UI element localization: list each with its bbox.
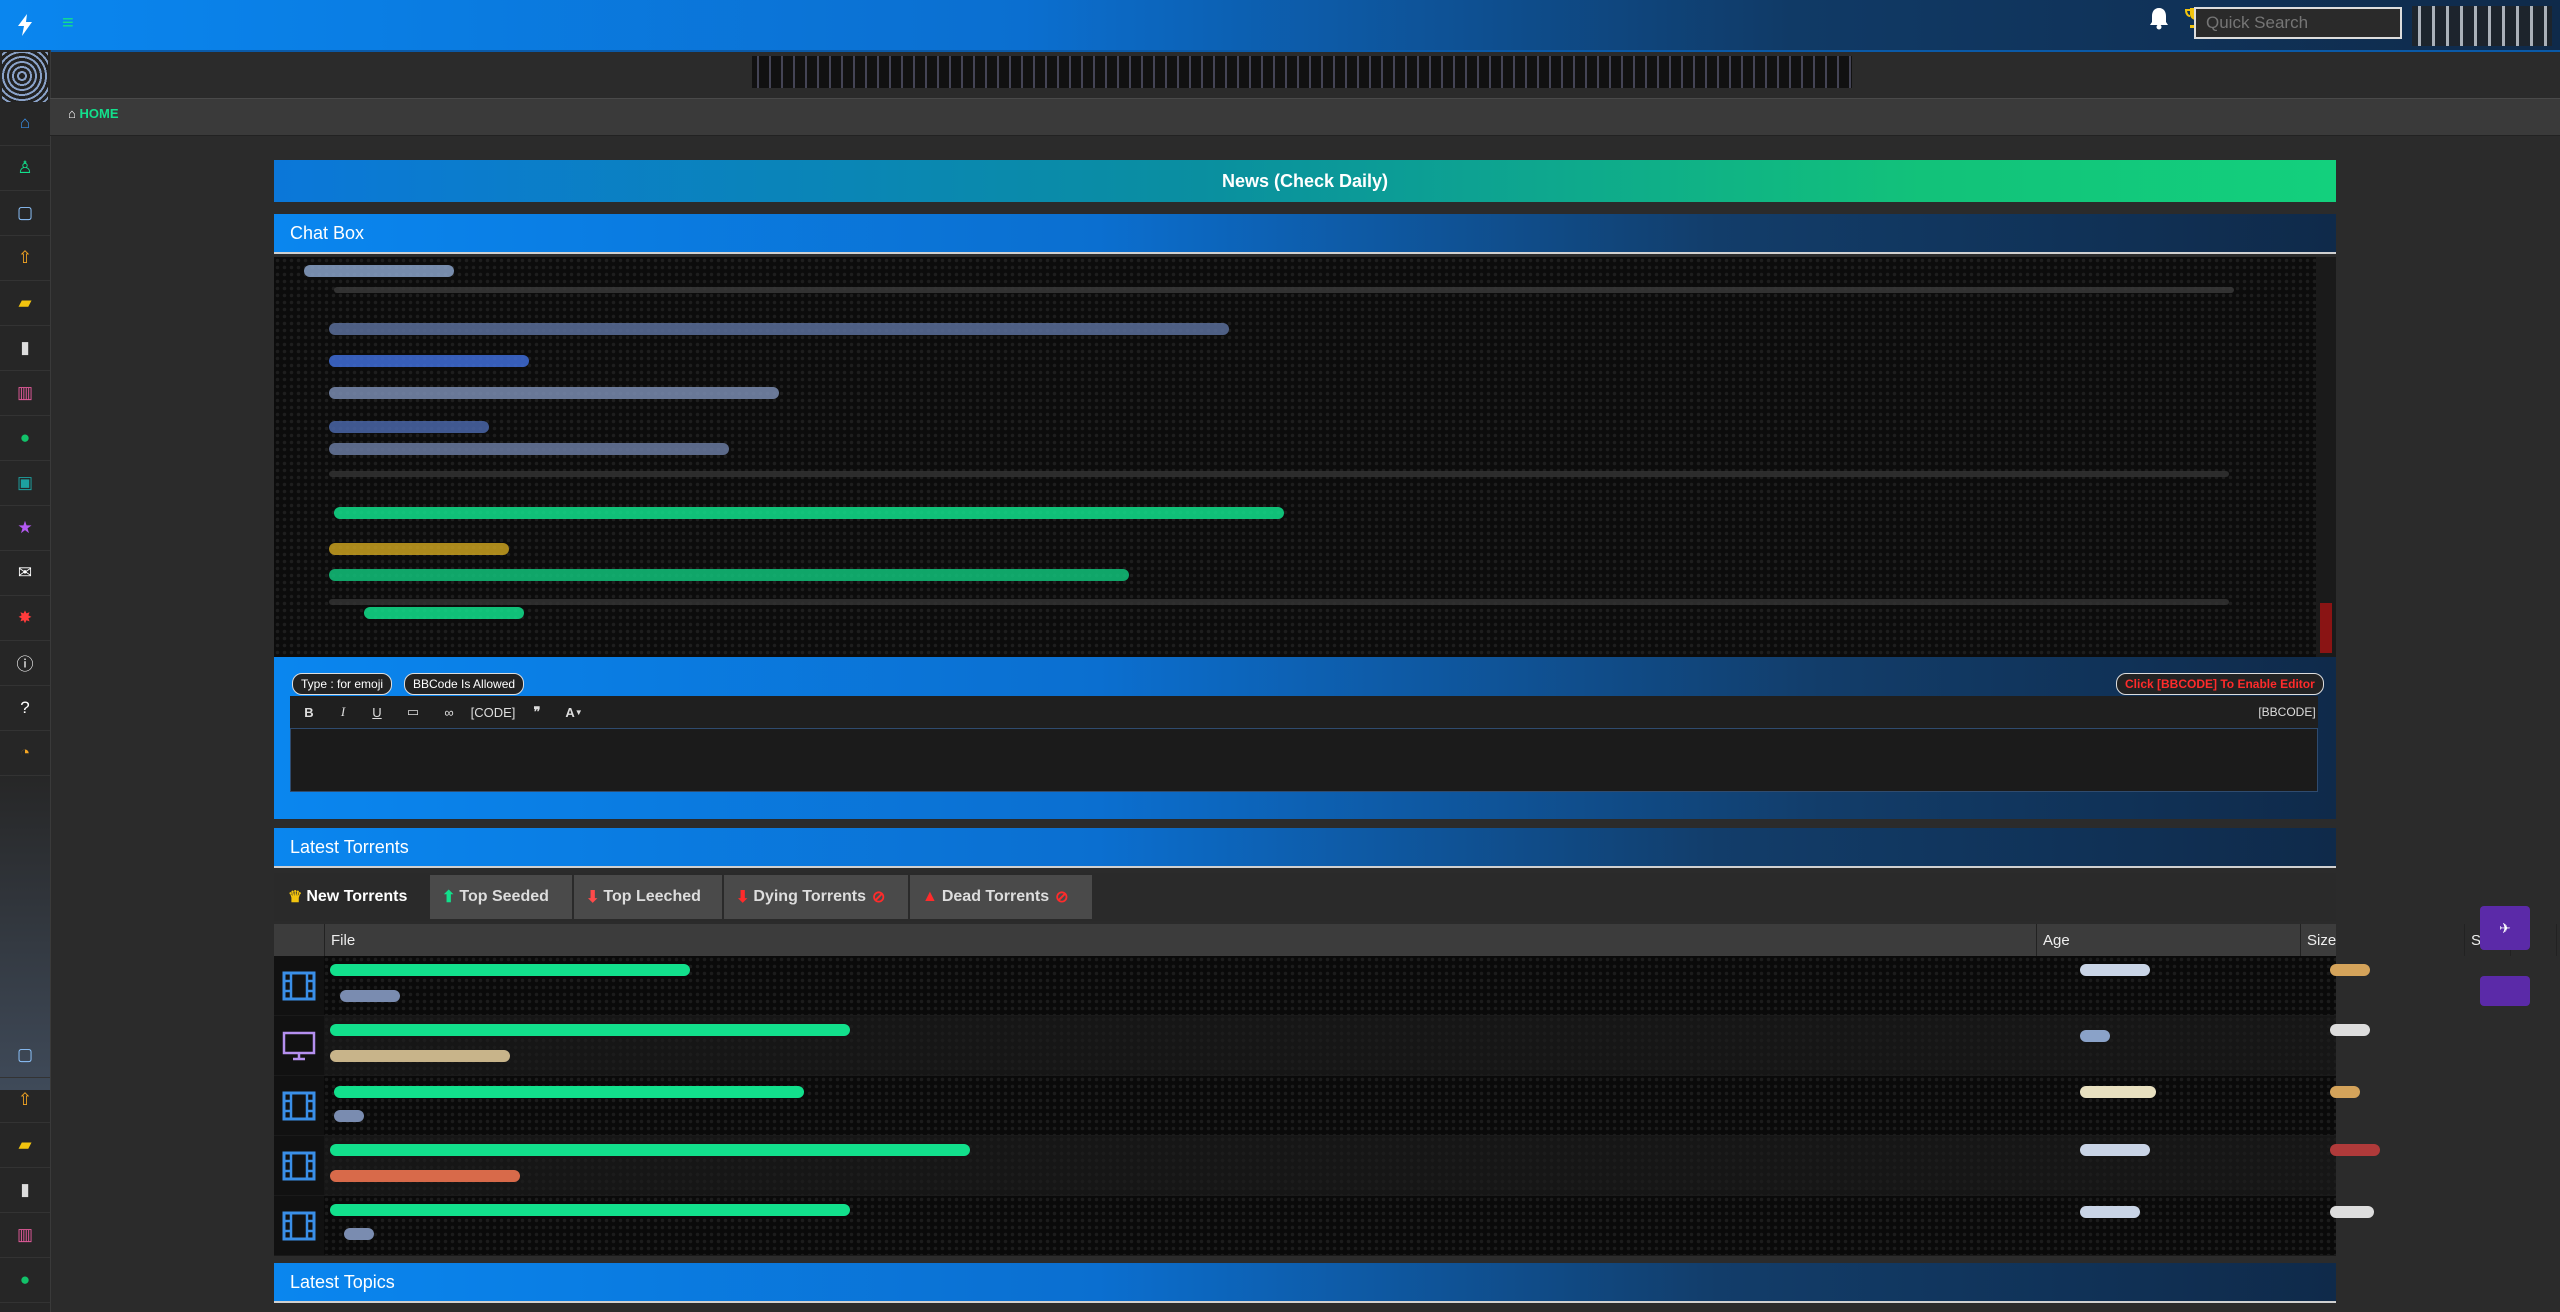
film-icon: [274, 1076, 324, 1135]
header-banner-image: [752, 56, 1852, 88]
chart-icon[interactable]: ▥: [0, 1212, 50, 1258]
font-color-button[interactable]: A ▼: [556, 696, 592, 728]
logo-button[interactable]: [0, 0, 50, 50]
file-icon[interactable]: ▢: [0, 1032, 50, 1078]
font-color-label: A: [565, 704, 575, 720]
float-action-button[interactable]: ✈: [2480, 906, 2530, 950]
tab-label: Dying Torrents: [753, 888, 867, 905]
quick-search-input[interactable]: [2194, 7, 2402, 39]
underline-button[interactable]: U: [360, 696, 394, 728]
table-row[interactable]: [274, 1076, 2360, 1136]
mail-icon[interactable]: ✉: [0, 550, 50, 596]
chat-input[interactable]: [290, 728, 2318, 792]
tab-label: Top Leeched: [603, 888, 701, 905]
rss-icon[interactable]: ◔: [0, 730, 50, 776]
arrow-down-icon: ⬇: [736, 889, 750, 906]
breadcrumb[interactable]: ⌂ HOME: [68, 106, 118, 121]
torrents-header: Latest Torrents: [274, 828, 2336, 868]
bold-button[interactable]: B: [292, 696, 326, 728]
film-icon: [274, 1196, 324, 1255]
news-bar[interactable]: News (Check Daily): [274, 160, 2336, 202]
chatbox-title: Chat Box: [290, 222, 365, 243]
table-row[interactable]: [274, 1016, 2370, 1076]
info-icon[interactable]: ⓘ: [0, 640, 50, 686]
column-size[interactable]: Size: [2300, 924, 2464, 956]
question-icon[interactable]: ?: [0, 685, 50, 731]
tab-top-leeched[interactable]: ⬇ Top Leeched: [574, 875, 722, 919]
globe-icon[interactable]: ●: [0, 415, 50, 461]
toolbox-icon[interactable]: ▣: [0, 460, 50, 506]
image-icon[interactable]: ▭: [396, 696, 430, 728]
upload-icon[interactable]: ⇧: [0, 235, 50, 281]
arrow-down-icon: ⬇: [586, 889, 600, 906]
float-secondary-button[interactable]: [2480, 976, 2530, 1006]
arrow-up-icon: ⬆: [442, 889, 456, 906]
file-icon[interactable]: ▢: [0, 190, 50, 236]
alert-circle-icon: ⊘: [872, 889, 886, 906]
tab-label: Dead Torrents: [941, 888, 1050, 905]
column-file[interactable]: File: [324, 924, 2036, 956]
tab-dead-torrents[interactable]: ▲ Dead Torrents ⊘: [910, 875, 1092, 919]
globe-icon[interactable]: ●: [0, 1257, 50, 1303]
editor-toolbar: B I U ▭ ∞ [CODE] ❞ A ▼ [BBCODE]: [290, 696, 2318, 729]
bbcode-toggle-button[interactable]: [BBCODE]: [2258, 696, 2316, 728]
code-button[interactable]: [CODE]: [466, 696, 520, 728]
column-completed[interactable]: C: [2556, 924, 2560, 956]
column-age[interactable]: Age: [2036, 924, 2300, 956]
torrents-title: Latest Torrents: [290, 836, 409, 857]
chart-icon[interactable]: ▥: [0, 370, 50, 416]
chatbox-header: Chat Box: [274, 214, 2336, 254]
warning-icon: ▲: [922, 888, 938, 905]
star-icon[interactable]: ★: [0, 505, 50, 551]
tab-label: Top Seeded: [459, 888, 549, 905]
trophy-icon: ♛: [288, 889, 303, 906]
monitor-icon: [274, 1016, 324, 1075]
bookmark-icon[interactable]: ▮: [0, 1167, 50, 1213]
topics-title: Latest Topics: [290, 1271, 395, 1292]
tab-dying-torrents[interactable]: ⬇ Dying Torrents ⊘: [724, 875, 908, 919]
breadcrumb-home-link[interactable]: HOME: [79, 106, 118, 121]
chat-scrollbar[interactable]: [2316, 257, 2336, 657]
bolt-icon: [18, 14, 32, 36]
breadcrumb-bar: [50, 98, 2560, 136]
hamburger-icon[interactable]: ≡: [62, 12, 74, 35]
sidebar-avatar[interactable]: [2, 52, 48, 102]
emoji-hint-badge: Type : for emoji: [292, 673, 393, 695]
table-row[interactable]: [274, 956, 2370, 1016]
home-icon[interactable]: ⌂: [0, 100, 50, 146]
folder-icon[interactable]: ▰: [0, 280, 50, 326]
tab-label: New Torrents: [306, 888, 408, 905]
enable-editor-hint[interactable]: Click [BBCODE] To Enable Editor: [2116, 673, 2324, 695]
link-icon[interactable]: ∞: [432, 696, 466, 728]
bug-icon[interactable]: ✸: [0, 595, 50, 641]
alert-circle-icon: ⊘: [1055, 889, 1069, 906]
folder-icon[interactable]: ▰: [0, 1122, 50, 1168]
film-icon: [274, 956, 324, 1015]
tab-top-seeded[interactable]: ⬆ Top Seeded: [430, 875, 572, 919]
home-icon: ⌂: [68, 106, 76, 121]
bell-icon[interactable]: [2148, 6, 2170, 37]
italic-button[interactable]: I: [326, 696, 360, 728]
news-title: News (Check Daily): [1221, 170, 1389, 191]
award-icon[interactable]: ♙: [0, 145, 50, 191]
plane-icon: ✈: [2499, 919, 2511, 936]
upload-icon[interactable]: ⇧: [0, 1077, 50, 1123]
user-avatar[interactable]: [2412, 6, 2552, 46]
chat-messages[interactable]: [274, 257, 2316, 657]
header-spacer: [274, 924, 324, 956]
bookmark-icon[interactable]: ▮: [0, 325, 50, 371]
torrent-table-header: File Age Size S L C: [274, 924, 2557, 956]
table-row[interactable]: [274, 1196, 2374, 1256]
quote-button[interactable]: ❞: [520, 696, 554, 728]
film-icon: [274, 1136, 324, 1195]
tab-new-torrents[interactable]: ♛ New Torrents: [276, 875, 428, 919]
topics-header: Latest Topics: [274, 1263, 2336, 1303]
table-row[interactable]: [274, 1136, 2380, 1196]
bbcode-allowed-badge: BBCode Is Allowed: [404, 673, 525, 695]
